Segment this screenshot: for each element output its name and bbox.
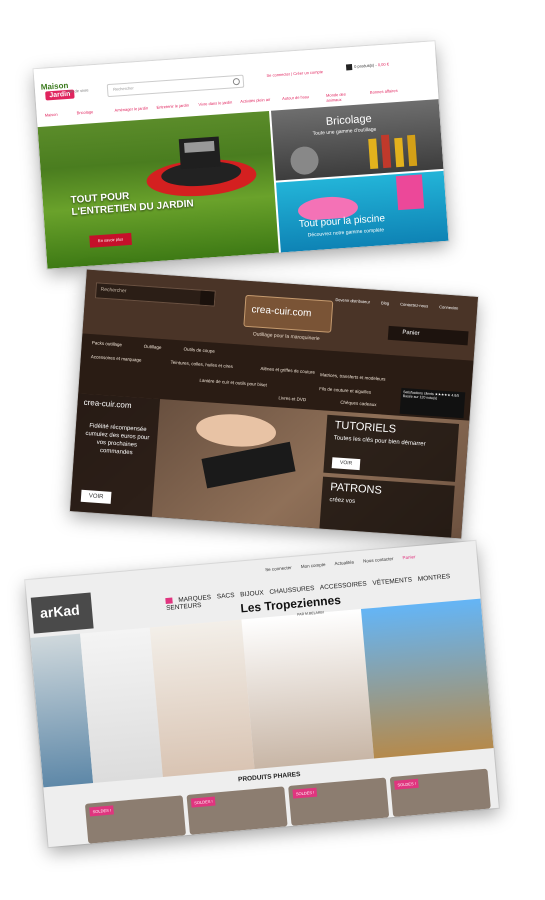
search-icon[interactable] (232, 77, 241, 86)
rating-badge[interactable]: Satisfactions clients ★★★★★ 4.8/5 Basée … (399, 387, 466, 419)
nav-item-maison[interactable]: Maison (45, 110, 79, 118)
voir-button[interactable]: VOIR (331, 457, 361, 471)
voir-button[interactable]: VOIR (80, 489, 112, 504)
nav-item[interactable]: Matrices, transferts et modeleurs (320, 372, 386, 382)
sale-badge: SOLDES ! (89, 805, 115, 817)
nav-item[interactable]: Livres et DVD (278, 395, 306, 402)
nav-item[interactable]: Alênes et griffes de couture (260, 366, 315, 375)
nav-item[interactable]: Outillage (144, 344, 162, 350)
nav-item-activites[interactable]: Activités plein air (240, 97, 274, 104)
link-distributeur[interactable]: Devenir distributeur (335, 297, 370, 304)
photo-hat-woman[interactable] (149, 619, 255, 777)
loyalty-panel: crea-cuir.com Fidélité récompensée cumul… (70, 393, 161, 517)
tutorials-title: TUTORIELS (334, 419, 397, 436)
photo-sandals[interactable] (241, 609, 375, 769)
tutorials-text: Toutes les clés pour bien démarrer (333, 435, 426, 448)
menu-accessoires[interactable]: ACCESSOIRES (320, 580, 367, 591)
nav-item-animaux[interactable]: Monde des animaux (326, 91, 361, 103)
site-logo[interactable]: crea-cuir.com (243, 294, 334, 333)
nav-item-vivre[interactable]: Vivre dans le jardin (198, 99, 232, 106)
menu-vetements[interactable]: VÊTEMENTS (372, 576, 412, 586)
pool-subtitle: Découvrez notre gamme complète (307, 227, 385, 239)
search-icon[interactable] (199, 290, 215, 306)
mockup-collage: { "card1": { "logo": {"line1": "Maison",… (0, 0, 545, 900)
tutorials-panel: TUTORIELS Toutes les clés pour bien déma… (323, 414, 460, 482)
sale-badge: SOLDES ! (394, 778, 420, 790)
link-contact[interactable]: Nous contacter (363, 556, 394, 564)
cart-icon (345, 64, 353, 71)
tagline: Outillage pour la maroquinerie (252, 331, 320, 343)
link-connexion[interactable]: Connexion (439, 304, 458, 310)
menu-bijoux[interactable]: BIJOUX (240, 589, 264, 598)
hero-banner-garden[interactable]: TOUT POUR L'ENTRETIEN DU JARDIN En savoi… (37, 110, 279, 269)
product-card[interactable]: SOLDES ! (84, 795, 187, 844)
banner-piscine[interactable]: Tout pour la piscine Découvrez notre gam… (276, 170, 449, 253)
nav-item[interactable]: Lanière de cuir et outils pour biset (199, 378, 267, 388)
site-logo[interactable]: arKad (30, 592, 94, 634)
nav-item-affaires[interactable]: Bonnes affaires (370, 87, 404, 95)
nav-item-eau[interactable]: Autour de l'eau (282, 94, 316, 101)
link-login[interactable]: Se connecter (265, 565, 292, 572)
patterns-title: PATRONS (329, 481, 383, 497)
account-links[interactable]: Se connecter | Créer un compte (266, 69, 323, 78)
nav-item[interactable]: Teintures, colles, huiles et cires (170, 360, 232, 369)
nav-item[interactable]: Accessoires et marquage (91, 354, 142, 363)
panel-logo: crea-cuir.com (83, 397, 132, 411)
menu-chaussures[interactable]: CHAUSSURES (269, 585, 315, 596)
menu-sacs[interactable]: SACS (217, 592, 235, 601)
sale-badge: SOLDES ! (292, 787, 318, 799)
screenshot-arkad: arKad Se connecter Mon compte Actualités… (25, 540, 499, 848)
screenshot-maison-jardin: Maison Jardin l'art de vivre Rechercher … (33, 41, 449, 269)
screenshot-crea-cuir: Rechercher crea-cuir.com Outillage pour … (70, 269, 478, 539)
banner-bricolage[interactable]: Bricolage Toute une gamme d'outillage (270, 99, 444, 181)
brico-title: Bricolage (325, 112, 373, 128)
nav-item-entretenir[interactable]: Entretenir le jardin (156, 102, 190, 110)
menu-montres[interactable]: MONTRES (418, 573, 451, 583)
link-news[interactable]: Actualités (334, 559, 354, 566)
leather-tool-image (196, 414, 296, 489)
cart-button[interactable]: Panier (387, 325, 469, 346)
patterns-text: créez vos (329, 497, 356, 505)
product-card[interactable]: SOLDES ! (186, 786, 288, 835)
hero-button[interactable]: En savoir plus (89, 232, 133, 248)
link-contact[interactable]: Contactez-nous (400, 302, 428, 309)
nav-item-amenager[interactable]: Aménager le jardin (114, 105, 148, 112)
home-icon[interactable] (165, 597, 173, 605)
nav-item[interactable]: Fils de couture et aiguilles (319, 386, 371, 395)
nav-item[interactable]: Packs outillage (92, 340, 123, 347)
cart-summary[interactable]: 0 produit(s) - 0,00 € (345, 61, 389, 71)
nav-item[interactable]: Chèques cadeaux (340, 400, 377, 408)
photo-clothes[interactable] (80, 627, 163, 784)
product-card[interactable]: SOLDES ! (288, 777, 390, 826)
patterns-panel: PATRONS créez vos (319, 476, 455, 538)
search-input[interactable]: Rechercher (106, 74, 245, 98)
nav-item[interactable]: Outils de coupe (183, 347, 215, 354)
sale-badge: SOLDES ! (190, 796, 216, 808)
product-card[interactable]: SOLDES ! (389, 768, 491, 818)
nav-item-bricolage[interactable]: Bricolage (76, 108, 110, 115)
search-input[interactable]: Rechercher (94, 282, 216, 307)
account-links: Se connecter Mon compte Actualités Nous … (265, 553, 424, 572)
cart-link[interactable]: Panier (402, 554, 415, 560)
panel-text: Fidélité récompensée cumulez des euros p… (85, 423, 150, 457)
photo-beach-bags[interactable] (360, 598, 494, 759)
top-links: Devenir distributeur Blog Contactez-nous… (335, 297, 468, 311)
link-blog[interactable]: Blog (381, 300, 389, 306)
link-account[interactable]: Mon compte (301, 562, 326, 569)
